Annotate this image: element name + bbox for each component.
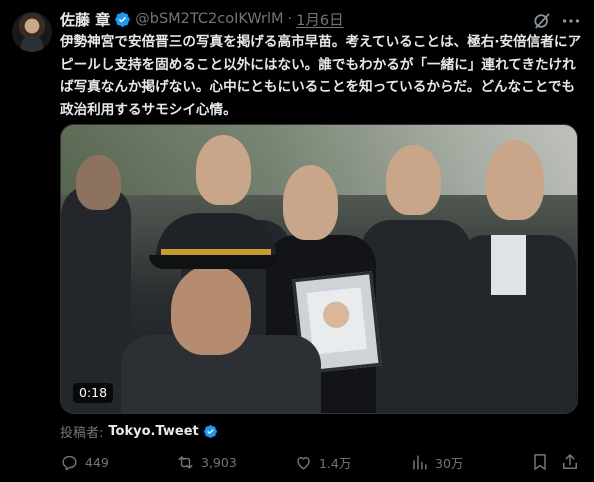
views-count: 30万 xyxy=(435,455,464,471)
poster-label: 投稿者: xyxy=(60,425,104,441)
reply-button[interactable]: 449 xyxy=(60,451,109,473)
author-name[interactable]: 佐藤 章 xyxy=(60,9,110,30)
repost-icon xyxy=(178,455,193,469)
action-bar: 449 3,903 1.4万 30万 xyxy=(60,451,586,473)
like-button[interactable]: 1.4万 xyxy=(294,451,351,473)
tweet-header: 佐藤 章 @bSM2TC2coIKWrlM · 1月6日 xyxy=(60,9,344,29)
reply-icon xyxy=(62,455,77,470)
tweet-video[interactable]: 0:18 xyxy=(60,124,578,414)
header-separator: · xyxy=(287,11,293,27)
repost-button[interactable]: 3,903 xyxy=(176,451,237,473)
more-icon[interactable] xyxy=(560,10,582,32)
tweet-text: 伊勢神宮で安倍晋三の写真を掲げる高市早苗。考えていることは、極右·安倍信者にアピ… xyxy=(60,34,582,118)
tweet-date[interactable]: 1月6日 xyxy=(296,9,343,30)
poster-verified-icon xyxy=(203,424,217,438)
tweet-card[interactable]: 佐藤 章 @bSM2TC2coIKWrlM · 1月6日 伊勢神宮で安倍晋三の写… xyxy=(0,0,594,482)
like-icon xyxy=(297,456,310,470)
reply-count: 449 xyxy=(85,454,109,470)
verified-badge-icon xyxy=(115,11,130,27)
author-handle[interactable]: @bSM2TC2coIKWrlM xyxy=(135,11,283,27)
video-duration: 0:18 xyxy=(73,383,114,403)
share-icon[interactable] xyxy=(560,451,580,473)
grok-icon[interactable] xyxy=(532,11,552,31)
repost-count: 3,903 xyxy=(201,454,237,470)
like-count: 1.4万 xyxy=(319,455,352,471)
bookmark-icon[interactable] xyxy=(530,451,550,473)
avatar[interactable] xyxy=(12,12,52,52)
poster-account[interactable]: Tokyo.Tweet xyxy=(108,424,198,439)
poster-attribution: 投稿者: Tokyo.Tweet xyxy=(60,421,218,441)
views-icon xyxy=(413,454,427,470)
views-button[interactable]: 30万 xyxy=(410,451,463,473)
